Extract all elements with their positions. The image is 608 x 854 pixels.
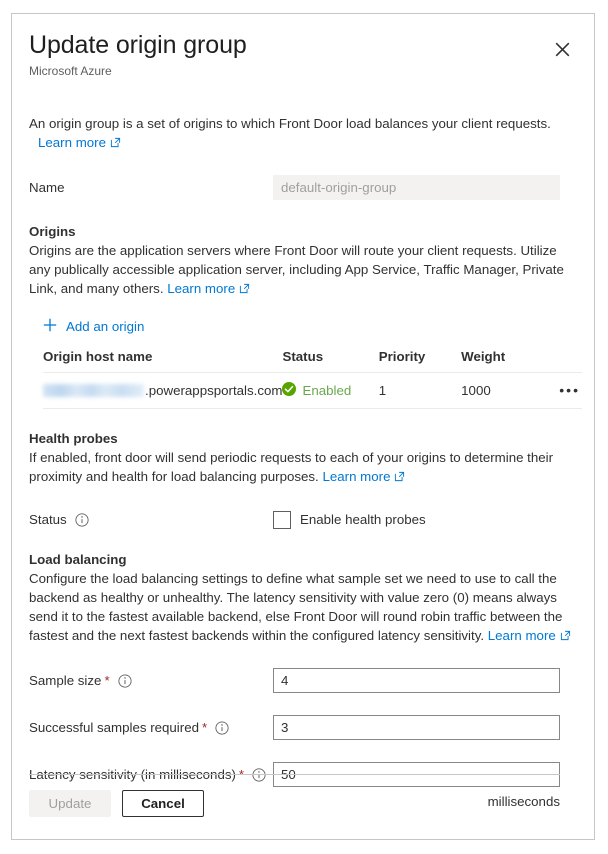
- dialog-subtitle: Microsoft Azure: [29, 63, 577, 79]
- close-button[interactable]: [547, 34, 577, 64]
- footer-divider: [29, 774, 560, 775]
- intro-text: An origin group is a set of origins to w…: [29, 114, 577, 153]
- enable-health-probes-checkbox[interactable]: Enable health probes: [273, 511, 426, 529]
- info-icon[interactable]: [75, 513, 89, 527]
- successful-samples-row: Successful samples required *: [29, 715, 577, 740]
- update-origin-group-dialog: Update origin group Microsoft Azure An o…: [11, 13, 595, 840]
- cell-actions: •••: [543, 373, 582, 409]
- row-more-options-button[interactable]: •••: [557, 383, 582, 397]
- origins-table: Origin host name Status Priority Weight …: [43, 349, 582, 409]
- column-header-priority: Priority: [379, 349, 461, 373]
- column-header-actions: [543, 349, 582, 373]
- external-link-icon: [110, 134, 121, 153]
- table-header-row: Origin host name Status Priority Weight: [43, 349, 582, 373]
- origins-heading: Origins: [29, 222, 577, 241]
- health-probe-status-label: Status: [29, 510, 67, 529]
- name-label: Name: [29, 178, 273, 197]
- load-balancing-description-text: Configure the load balancing settings to…: [29, 571, 562, 643]
- health-probe-status-row: Status Enable health probes: [29, 510, 577, 529]
- origins-learn-more-link[interactable]: Learn more: [167, 281, 250, 296]
- cell-weight: 1000: [461, 373, 543, 409]
- origins-description: Origins are the application servers wher…: [29, 241, 577, 299]
- info-icon[interactable]: [215, 721, 229, 735]
- cell-status: Enabled: [282, 373, 378, 409]
- sample-size-label-group: Sample size *: [29, 671, 273, 690]
- successful-samples-input[interactable]: [273, 715, 560, 740]
- cancel-button[interactable]: Cancel: [122, 790, 204, 817]
- status-enabled-icon: [282, 382, 296, 399]
- update-button[interactable]: Update: [29, 790, 111, 817]
- sample-size-label: Sample size: [29, 671, 101, 690]
- dialog-body: Update origin group Microsoft Azure An o…: [12, 14, 594, 839]
- column-header-status: Status: [282, 349, 378, 373]
- required-marker: *: [202, 718, 207, 737]
- load-balancing-heading: Load balancing: [29, 550, 577, 569]
- origins-learn-more-label: Learn more: [167, 281, 235, 296]
- successful-samples-label-group: Successful samples required *: [29, 718, 273, 737]
- origins-description-text: Origins are the application servers wher…: [29, 243, 564, 296]
- add-an-origin-label: Add an origin: [66, 319, 144, 334]
- info-icon[interactable]: [118, 674, 132, 688]
- intro-learn-more-link[interactable]: Learn more: [38, 133, 121, 153]
- intro-learn-more-label: Learn more: [38, 135, 106, 150]
- sample-size-input[interactable]: [273, 668, 560, 693]
- external-link-icon: [560, 627, 571, 646]
- checkbox-box[interactable]: [273, 511, 291, 529]
- health-probes-description: If enabled, front door will send periodi…: [29, 448, 577, 487]
- dialog-footer: Update Cancel: [29, 790, 204, 817]
- close-icon: [555, 42, 570, 57]
- enable-health-probes-label: Enable health probes: [300, 512, 426, 527]
- load-balancing-learn-more-label: Learn more: [488, 628, 556, 643]
- sample-size-row: Sample size *: [29, 668, 577, 693]
- external-link-icon: [239, 280, 250, 299]
- load-balancing-description: Configure the load balancing settings to…: [29, 569, 577, 646]
- cell-host: .powerappsportals.com: [43, 373, 282, 409]
- name-field-row: Name: [29, 175, 577, 200]
- column-header-weight: Weight: [461, 349, 543, 373]
- redacted-hostname-prefix: [43, 384, 144, 397]
- health-probes-learn-more-link[interactable]: Learn more: [322, 469, 405, 484]
- load-balancing-learn-more-link[interactable]: Learn more: [488, 628, 571, 643]
- external-link-icon: [394, 468, 405, 487]
- cell-priority: 1: [379, 373, 461, 409]
- health-probes-heading: Health probes: [29, 429, 577, 448]
- page-title: Update origin group: [29, 30, 577, 60]
- health-probe-status-label-group: Status: [29, 510, 273, 529]
- add-an-origin-button[interactable]: Add an origin: [43, 316, 144, 337]
- plus-icon: [43, 318, 57, 335]
- host-suffix: .powerappsportals.com: [145, 383, 282, 398]
- required-marker: *: [104, 671, 109, 690]
- column-header-host: Origin host name: [43, 349, 282, 373]
- health-probes-description-text: If enabled, front door will send periodi…: [29, 450, 553, 484]
- dialog-header: Update origin group Microsoft Azure: [29, 14, 577, 79]
- name-input[interactable]: [273, 175, 560, 200]
- table-row[interactable]: .powerappsportals.com Enabled 1 1000: [43, 373, 582, 409]
- intro-description: An origin group is a set of origins to w…: [29, 116, 551, 131]
- status-badge: Enabled: [302, 383, 351, 398]
- successful-samples-label: Successful samples required: [29, 718, 199, 737]
- health-probes-learn-more-label: Learn more: [322, 469, 390, 484]
